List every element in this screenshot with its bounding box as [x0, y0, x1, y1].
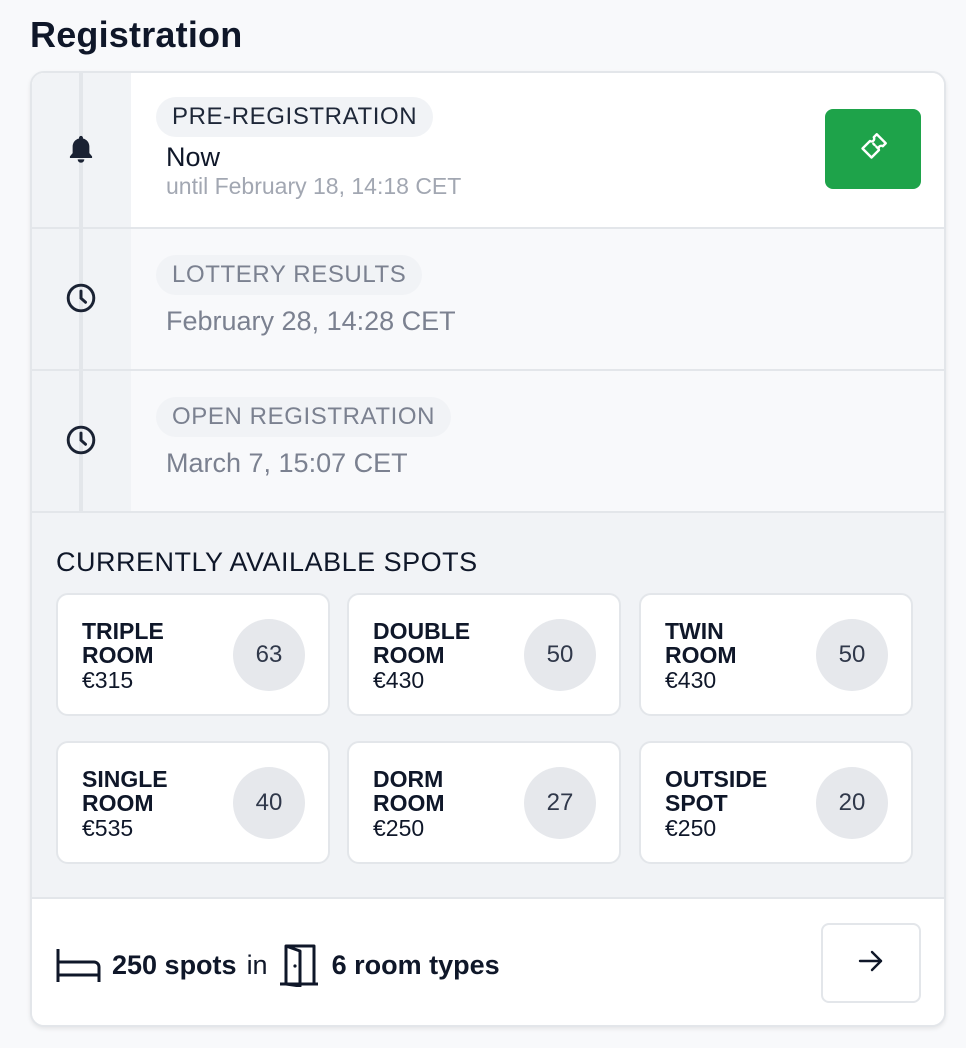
step-deadline: until February 18, 14:18 CET	[166, 173, 462, 199]
step-label: OPEN REGISTRATION	[156, 397, 452, 437]
room-price: €430	[373, 667, 425, 693]
section-title: CURRENTLY AVAILABLE SPOTS	[56, 547, 478, 577]
view-rooms-button[interactable]	[821, 923, 921, 1003]
room-price: €535	[82, 815, 134, 841]
bed-icon	[56, 946, 102, 984]
room-count-badge: 50	[524, 619, 596, 691]
step-time: Now	[166, 142, 221, 172]
available-spots-section: CURRENTLY AVAILABLE SPOTS TRIPLE ROOM €3…	[32, 511, 944, 897]
room-name: OUTSIDE SPOT	[665, 766, 768, 816]
page-title: Registration	[30, 14, 243, 55]
registration-footer: 250 spots in 6 room types	[32, 897, 944, 1025]
room-name: TWIN ROOM	[665, 618, 737, 668]
capacity-summary: 250 spots in 6 room types	[56, 943, 500, 987]
arrow-right-icon	[858, 949, 884, 978]
room-card-double[interactable]: DOUBLE ROOM €430 50	[347, 593, 621, 716]
room-price: €250	[665, 815, 717, 841]
summary-connector: in	[246, 949, 268, 980]
room-price: €430	[665, 667, 717, 693]
room-count-badge: 40	[233, 767, 305, 839]
room-card-outside-spot[interactable]: OUTSIDE SPOT €250 20	[639, 741, 913, 864]
room-count-badge: 63	[233, 619, 305, 691]
clock-icon	[65, 282, 97, 314]
room-count-badge: 20	[816, 767, 888, 839]
pre-register-button[interactable]	[825, 109, 921, 189]
timeline-step-lottery-results: LOTTERY RESULTS February 28, 14:28 CET	[32, 227, 944, 369]
registration-timeline: PRE-REGISTRATION Now until February 18, …	[32, 73, 944, 511]
room-count-badge: 50	[816, 619, 888, 691]
registration-card: PRE-REGISTRATION Now until February 18, …	[30, 71, 946, 1027]
room-types-count: 6 room types	[331, 949, 500, 980]
room-name: DORM ROOM	[373, 766, 445, 816]
room-name: SINGLE ROOM	[82, 766, 168, 816]
room-name: TRIPLE ROOM	[82, 618, 164, 668]
room-price: €250	[373, 815, 425, 841]
step-time: March 7, 15:07 CET	[166, 448, 408, 478]
ticket-icon	[855, 129, 891, 170]
room-card-single[interactable]: SINGLE ROOM €535 40	[56, 741, 330, 864]
bell-icon	[65, 134, 97, 166]
spots-count: 250 spots	[112, 949, 237, 980]
step-time: February 28, 14:28 CET	[166, 306, 456, 336]
room-card-twin[interactable]: TWIN ROOM €430 50	[639, 593, 913, 716]
timeline-step-open-registration: OPEN REGISTRATION March 7, 15:07 CET	[32, 369, 944, 511]
room-price: €315	[82, 667, 134, 693]
step-label: LOTTERY RESULTS	[156, 255, 423, 295]
room-count-badge: 27	[524, 767, 596, 839]
door-icon	[278, 943, 320, 987]
room-name: DOUBLE ROOM	[373, 618, 471, 668]
timeline-step-pre-registration: PRE-REGISTRATION Now until February 18, …	[32, 73, 944, 227]
clock-icon	[65, 424, 97, 456]
step-label: PRE-REGISTRATION	[156, 97, 434, 137]
room-card-triple[interactable]: TRIPLE ROOM €315 63	[56, 593, 330, 716]
room-card-dorm[interactable]: DORM ROOM €250 27	[347, 741, 621, 864]
